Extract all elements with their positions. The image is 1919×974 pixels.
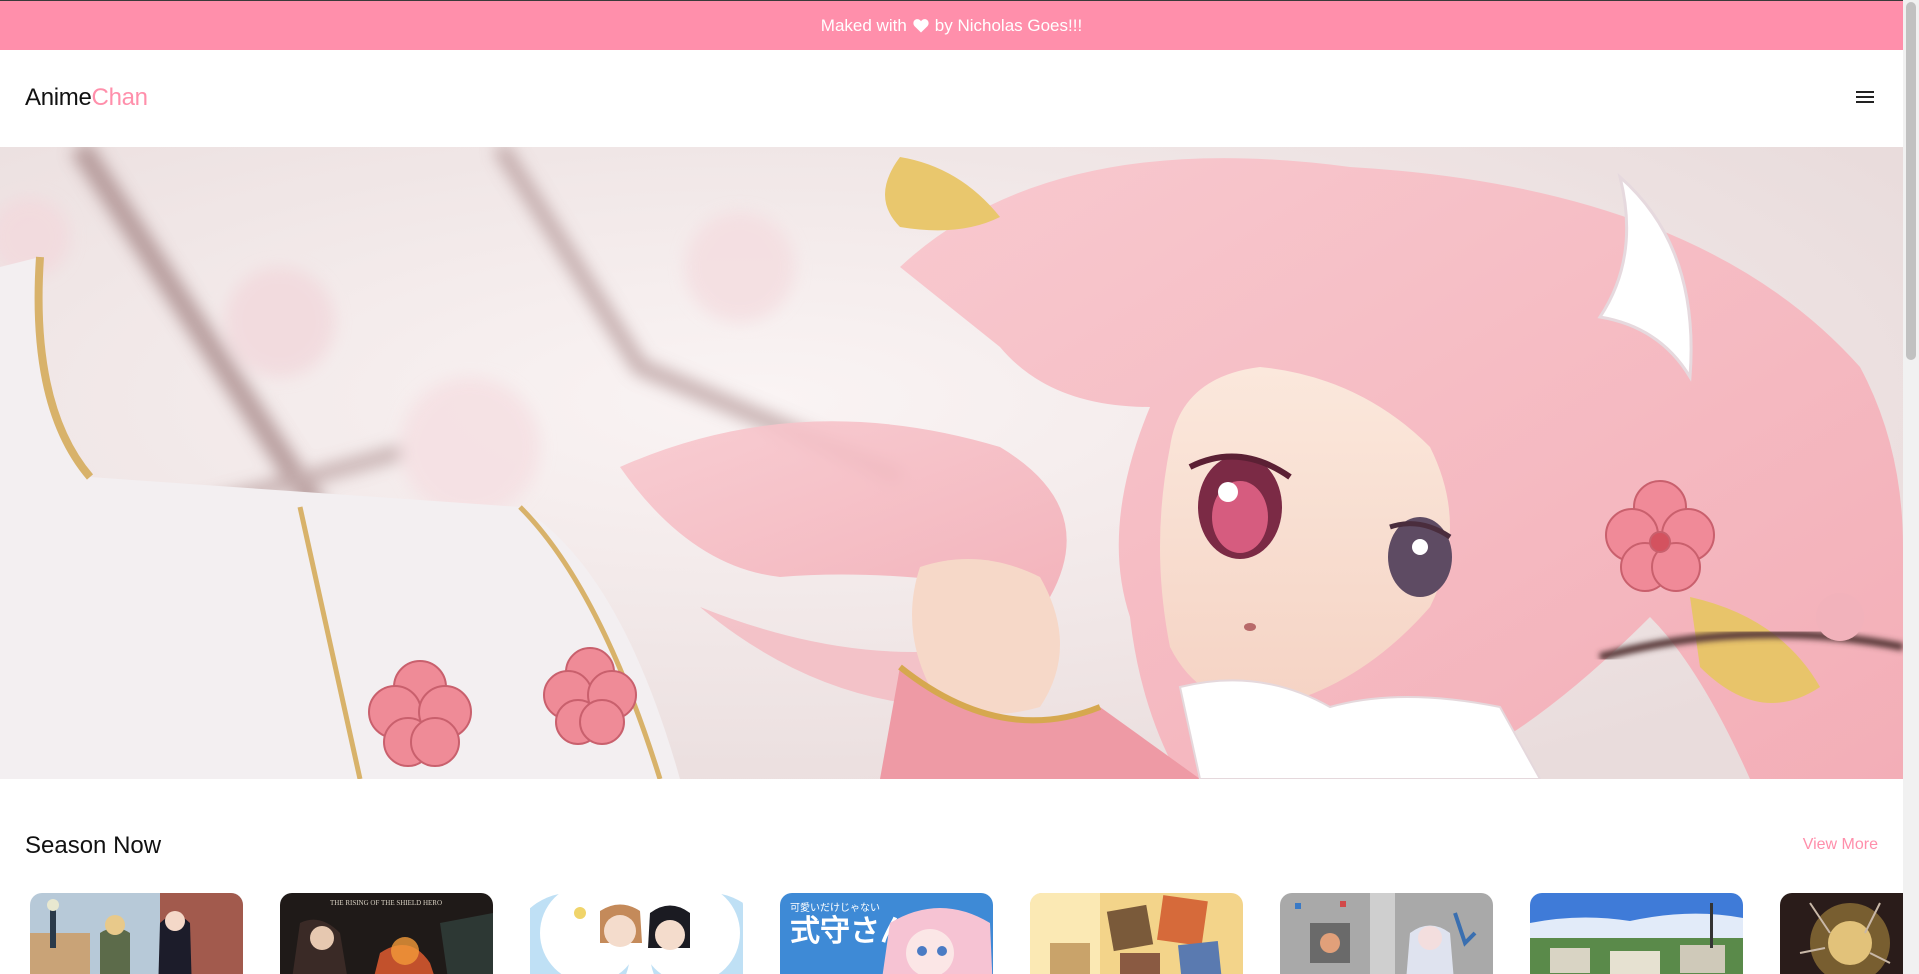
- card-image: [1530, 893, 1743, 974]
- hero-banner-image: [0, 147, 1903, 779]
- svg-text:可愛いだけじゃない: 可愛いだけじゃない: [790, 901, 880, 914]
- anime-card[interactable]: THE RISING OF THE SHIELD HERO: [280, 893, 493, 974]
- anime-card[interactable]: [1280, 893, 1493, 974]
- svg-text:THE RISING OF THE SHIELD HERO: THE RISING OF THE SHIELD HERO: [330, 899, 442, 907]
- anime-card[interactable]: [1030, 893, 1243, 974]
- anime-card[interactable]: [1780, 893, 1903, 974]
- page: Maked with by Nicholas Goes!!! AnimeChan: [0, 0, 1919, 974]
- hero-illustration: [0, 147, 1903, 779]
- anime-card[interactable]: [530, 893, 743, 974]
- card-image: 式守さん 可愛いだけじゃない: [780, 893, 993, 974]
- anime-card[interactable]: [30, 893, 243, 974]
- site-logo[interactable]: AnimeChan: [25, 84, 148, 112]
- logo-accent: Chan: [91, 84, 148, 111]
- banner-prefix: Maked with: [820, 15, 907, 35]
- card-image: [530, 893, 743, 974]
- logo-main: Anime: [25, 84, 92, 111]
- view-more-link[interactable]: View More: [1803, 836, 1878, 854]
- top-banner: Maked with by Nicholas Goes!!!: [0, 0, 1903, 50]
- anime-card[interactable]: 式守さん 可愛いだけじゃない: [780, 893, 993, 974]
- anime-card[interactable]: [1530, 893, 1743, 974]
- season-section-header: Season Now View More: [0, 826, 1903, 866]
- scrollbar-thumb[interactable]: [1906, 2, 1916, 360]
- card-image: [30, 893, 243, 974]
- card-image: [1030, 893, 1243, 974]
- site-header: AnimeChan: [0, 50, 1903, 147]
- page-scrollbar[interactable]: [1903, 0, 1919, 974]
- heart-icon: [913, 19, 929, 33]
- card-image: [1780, 893, 1903, 974]
- season-cards-row: THE RISING OF THE SHIELD HERO 式守さん 可愛いだけ…: [0, 893, 1903, 974]
- hamburger-menu-icon[interactable]: [1856, 88, 1876, 106]
- card-image: [1280, 893, 1493, 974]
- card-image: THE RISING OF THE SHIELD HERO: [280, 893, 493, 974]
- banner-suffix: by Nicholas Goes!!!: [934, 15, 1083, 35]
- section-title: Season Now: [25, 832, 162, 859]
